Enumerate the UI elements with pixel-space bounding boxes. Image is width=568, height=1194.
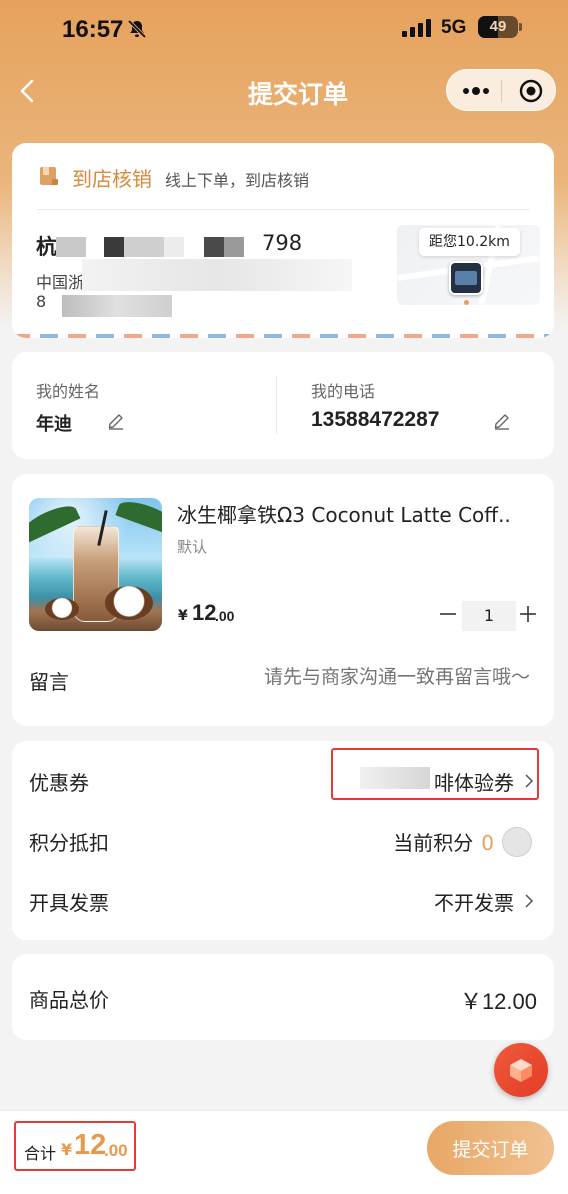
coupon-label: 优惠券 xyxy=(29,771,89,795)
store-tag-desc: 线上下单，到店核销 xyxy=(165,171,310,190)
points-text: 当前积分 0 xyxy=(393,827,494,856)
store-phone-tail: 798 xyxy=(262,231,303,255)
battery-icon: 49 xyxy=(478,16,518,38)
points-toggle[interactable] xyxy=(502,827,532,857)
name-value: 年迪 xyxy=(36,414,72,435)
total-value: ￥12.00 xyxy=(459,989,537,1014)
total-label: 商品总价 xyxy=(29,988,109,1012)
target-icon[interactable] xyxy=(519,79,543,103)
store-address-line1: 中国浙 xyxy=(36,273,85,292)
total-card: 商品总价 ￥12.00 xyxy=(12,954,554,1040)
signal-icon xyxy=(402,19,431,37)
product-spec: 默认 xyxy=(177,538,208,556)
store-tag-icon xyxy=(40,167,58,185)
edit-icon[interactable] xyxy=(106,410,126,430)
price-symbol: ¥ xyxy=(178,608,188,624)
price-integer: 12 xyxy=(192,600,217,625)
product-title: 冰生椰拿铁Ω3 Coconut Latte Coff.. xyxy=(177,503,511,527)
redacted-block xyxy=(56,237,86,257)
name-label: 我的姓名 xyxy=(36,382,101,401)
divider xyxy=(36,209,530,210)
points-row: 积分抵扣 当前积分 0 xyxy=(12,821,554,861)
sum-highlight-box: 合计 ¥ 12 .00 xyxy=(14,1121,136,1171)
points-value: 0 xyxy=(481,831,494,855)
message-label: 留言 xyxy=(29,670,69,694)
submit-order-button[interactable]: 提交订单 xyxy=(427,1121,554,1175)
redacted-block xyxy=(124,237,164,257)
store-name: 杭 xyxy=(36,235,57,259)
airmail-border xyxy=(12,334,554,338)
divider xyxy=(276,376,277,434)
sum-decimal: .00 xyxy=(104,1141,128,1160)
bell-off-icon xyxy=(127,19,147,39)
map-pin-dot xyxy=(464,300,469,305)
cube-icon xyxy=(510,1059,532,1082)
minus-icon[interactable] xyxy=(436,602,460,626)
quantity-stepper[interactable]: 1 xyxy=(462,601,516,631)
distance-badge: 距您10.2km xyxy=(419,228,520,256)
message-input[interactable] xyxy=(162,666,530,688)
store-card: 到店核销 线上下单，到店核销 杭 798 中国浙 8 距您10.2km xyxy=(12,143,554,338)
invoice-value: 不开发票 xyxy=(434,891,514,915)
invoice-row[interactable]: 开具发票 不开发票 xyxy=(12,881,554,921)
redacted-block xyxy=(204,237,224,257)
product-card: 冰生椰拿铁Ω3 Coconut Latte Coff.. 默认 ¥ 12 .00… xyxy=(12,474,554,726)
floating-action-button[interactable] xyxy=(494,1043,548,1097)
redacted-block xyxy=(62,295,172,317)
battery-tip xyxy=(519,23,522,31)
chevron-right-icon xyxy=(525,894,534,908)
network-type: 5G xyxy=(441,17,467,38)
points-label: 积分抵扣 xyxy=(29,831,109,855)
product-image[interactable] xyxy=(29,498,162,631)
status-bar: 16:57 5G 49 xyxy=(0,0,568,56)
capsule-divider xyxy=(501,80,502,102)
options-card: 优惠券 啡体验券 积分抵扣 当前积分 0 开具发票 不开发票 xyxy=(12,741,554,940)
store-address-line2: 8 xyxy=(36,292,47,311)
redacted-block xyxy=(224,237,244,257)
status-time: 16:57 xyxy=(62,16,124,43)
invoice-label: 开具发票 xyxy=(29,891,109,915)
coupon-row[interactable]: 优惠券 啡体验券 xyxy=(12,748,554,801)
points-current-label: 当前积分 xyxy=(393,831,474,855)
price-decimal: .00 xyxy=(215,608,235,624)
store-marker-icon xyxy=(449,261,483,295)
contact-card: 我的姓名 年迪 我的电话 13588472287 xyxy=(12,352,554,459)
redacted-block xyxy=(164,237,184,257)
sum-symbol: ¥ xyxy=(61,1140,73,1159)
more-icon[interactable] xyxy=(461,81,491,101)
mini-program-capsule xyxy=(446,69,556,111)
store-tag: 到店核销 xyxy=(72,167,152,191)
sum-label: 合计 xyxy=(24,1144,57,1163)
plus-icon[interactable] xyxy=(516,602,540,626)
redacted-block xyxy=(104,237,124,257)
sum-integer: 12 xyxy=(74,1129,107,1161)
battery-level: 49 xyxy=(489,18,507,35)
redacted-block xyxy=(82,259,352,291)
phone-value: 13588472287 xyxy=(311,408,440,431)
coupon-highlight-box xyxy=(331,748,539,800)
edit-icon[interactable] xyxy=(492,410,512,430)
bottom-bar: 合计 ¥ 12 .00 提交订单 xyxy=(0,1110,568,1194)
phone-label: 我的电话 xyxy=(311,382,376,401)
